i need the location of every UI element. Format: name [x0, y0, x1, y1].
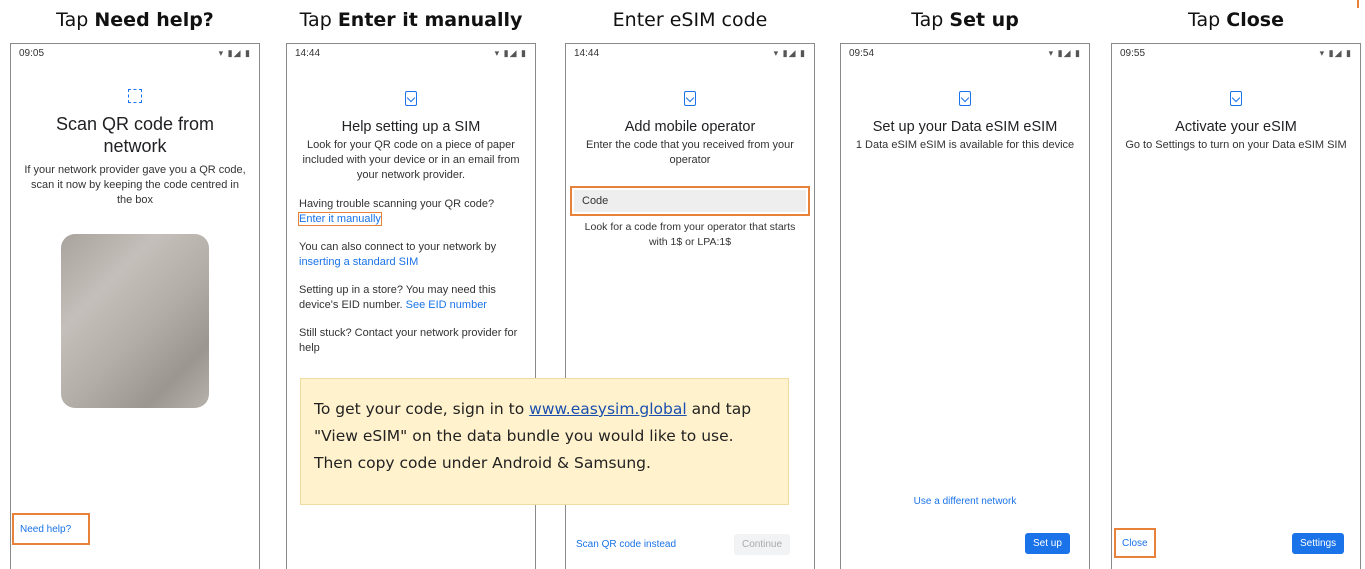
page-subtitle: 1 Data eSIM eSIM is available for this d… — [855, 139, 1075, 151]
camera-viewfinder — [61, 234, 209, 408]
status-bar: 09:05 ▾ ▮◢ ▮ — [11, 44, 259, 62]
page-title: Scan QR code from network — [55, 114, 215, 156]
use-different-network-link[interactable]: Use a different network — [841, 496, 1089, 507]
caption-need-help: Tap Need help? — [56, 9, 214, 31]
still-stuck-text: Still stuck? Contact your network provid… — [299, 327, 518, 354]
status-time: 14:44 — [574, 47, 600, 59]
set-up-button[interactable]: Set up — [1025, 533, 1070, 554]
caption-enter-code: Enter eSIM code — [612, 9, 768, 31]
status-icons: ▾ ▮◢ ▮ — [218, 47, 251, 58]
page-subtitle: Look for your QR code on a piece of pape… — [302, 139, 520, 181]
screen-scan-qr: 09:05 ▾ ▮◢ ▮ Scan QR code from network I… — [10, 43, 260, 569]
settings-button[interactable]: Settings — [1292, 533, 1345, 554]
insert-sim-link[interactable]: inserting a standard SIM — [299, 256, 418, 268]
status-bar: 09:54 ▾ ▮◢ ▮ — [841, 44, 1089, 62]
connect-text: You can also connect to your network by — [299, 241, 497, 253]
sim-card-icon — [405, 91, 417, 106]
sim-card-icon — [1230, 91, 1242, 106]
status-bar: 14:44 ▾ ▮◢ ▮ — [566, 44, 814, 62]
help-body: Having trouble scanning your QR code? En… — [287, 197, 535, 356]
page-subtitle: Go to Settings to turn on your Data eSIM… — [1125, 139, 1347, 151]
enter-manually-link[interactable]: Enter it manually — [298, 212, 382, 226]
see-eid-link[interactable]: See EID number — [406, 299, 487, 311]
trouble-text: Having trouble scanning your QR code? — [299, 198, 495, 210]
continue-button[interactable]: Continue — [734, 534, 791, 555]
need-help-link[interactable]: Need help? — [20, 524, 71, 535]
page-title: Activate your eSIM — [1175, 119, 1297, 135]
sim-card-icon — [684, 91, 696, 106]
status-bar: 09:55 ▾ ▮◢ ▮ — [1112, 44, 1360, 62]
status-icons: ▾ ▮◢ ▮ — [1048, 47, 1081, 58]
caption-set-up: Tap Set up — [911, 9, 1019, 31]
page-title: Set up your Data eSIM eSIM — [872, 119, 1058, 135]
note-text-start: To get your code, sign in to — [314, 400, 530, 418]
status-time: 14:44 — [295, 47, 321, 59]
code-input-highlight: Code — [570, 186, 810, 216]
screen-set-up-esim: 09:54 ▾ ▮◢ ▮ Set up your Data eSIM eSIM … — [840, 43, 1090, 569]
screen-activate-esim: 09:55 ▾ ▮◢ ▮ Activate your eSIM Go to Se… — [1111, 43, 1361, 569]
page-title: Help setting up a SIM — [341, 119, 481, 135]
caption-enter-manually: Tap Enter it manually — [299, 9, 523, 31]
scan-qr-instead-link[interactable]: Scan QR code instead — [576, 539, 676, 550]
code-hint: Look for a code from your operator that … — [584, 221, 796, 248]
sim-card-icon — [959, 91, 971, 106]
status-icons: ▾ ▮◢ ▮ — [1319, 47, 1352, 58]
qr-scan-icon — [128, 89, 142, 103]
status-time: 09:05 — [19, 47, 45, 59]
page-title: Add mobile operator — [624, 119, 756, 135]
status-bar: 14:44 ▾ ▮◢ ▮ — [287, 44, 535, 62]
page-subtitle: Enter the code that you received from yo… — [586, 139, 794, 166]
status-time: 09:55 — [1120, 47, 1146, 59]
instruction-note: To get your code, sign in to www.easysim… — [300, 378, 789, 505]
corner-accent — [1357, 0, 1359, 8]
easysim-link[interactable]: www.easysim.global — [529, 400, 687, 418]
code-input[interactable]: Code — [574, 190, 806, 212]
status-icons: ▾ ▮◢ ▮ — [494, 47, 527, 58]
close-link[interactable]: Close — [1122, 538, 1148, 549]
status-icons: ▾ ▮◢ ▮ — [773, 47, 806, 58]
page-subtitle: If your network provider gave you a QR c… — [24, 164, 246, 206]
status-time: 09:54 — [849, 47, 875, 59]
caption-close: Tap Close — [1188, 9, 1284, 31]
